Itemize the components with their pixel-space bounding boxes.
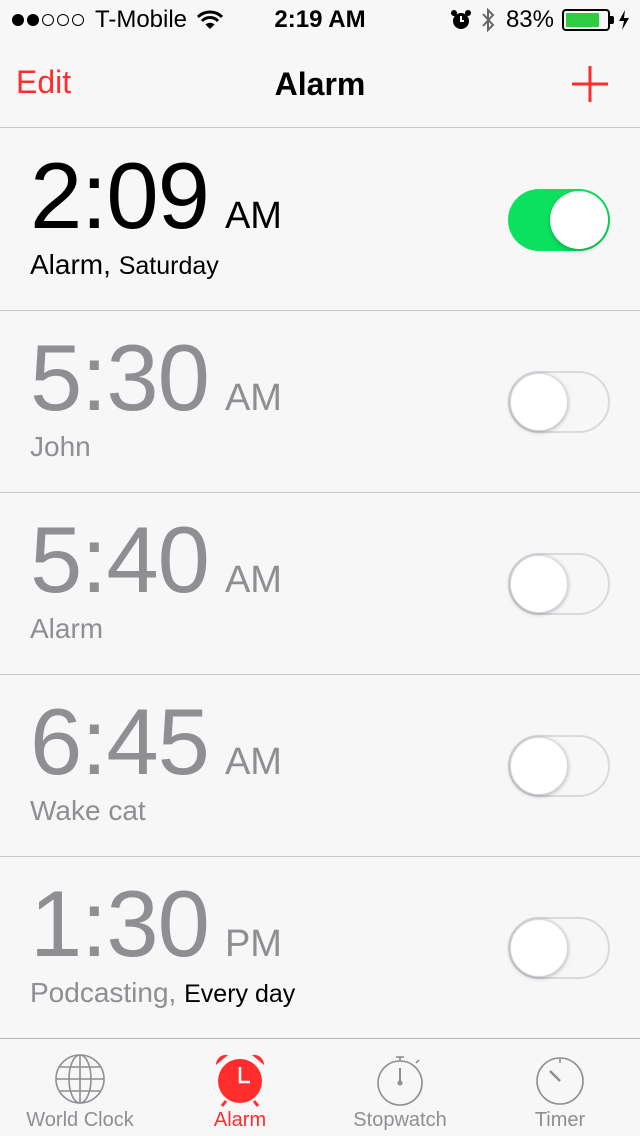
battery-icon [562, 9, 614, 31]
alarm-toggle[interactable] [508, 553, 610, 615]
alarm-clock-icon [215, 1054, 265, 1107]
tab-bar: World Clock Alarm Stopwatch Timer [0, 1038, 640, 1136]
alarm-screen: T-Mobile 2:19 AM 83% Edit Alarm 2:09 AM … [0, 0, 640, 1136]
alarm-toggle[interactable] [508, 735, 610, 797]
alarm-row[interactable]: 1:30 PM Podcasting, Every day [0, 857, 640, 1039]
alarm-row[interactable]: 2:09 AM Alarm, Saturday [0, 129, 640, 311]
alarm-label: Wake cat [30, 795, 146, 826]
plus-icon[interactable] [570, 64, 610, 104]
tab-timer[interactable]: Timer [480, 1039, 640, 1136]
toggle-knob [510, 919, 568, 977]
alarm-label: Alarm, [30, 249, 111, 280]
alarm-row[interactable]: 5:40 AM Alarm [0, 493, 640, 675]
battery-level [566, 13, 600, 27]
tab-label: World Clock [26, 1109, 134, 1131]
alarm-ampm: AM [224, 377, 282, 419]
alarm-time: 1:30 [30, 871, 210, 976]
alarm-time: 5:40 [30, 507, 210, 612]
alarm-time: 5:30 [30, 325, 210, 430]
globe-icon [55, 1054, 105, 1104]
alarm-toggle[interactable] [508, 371, 610, 433]
tab-label: Alarm [213, 1109, 267, 1131]
tab-alarm[interactable]: Alarm [160, 1039, 320, 1136]
page-title: Alarm [274, 66, 366, 102]
alarm-label: Podcasting, [30, 977, 177, 1008]
toggle-knob [510, 555, 568, 613]
battery-percent: 83% [505, 6, 554, 33]
navigation-bar: Edit Alarm [0, 40, 640, 128]
alarm-list: 2:09 AM Alarm, Saturday 5:30 AM John 5:4… [0, 129, 640, 1039]
stopwatch-icon [377, 1056, 423, 1106]
toggle-knob [510, 373, 568, 431]
charging-icon [619, 10, 629, 30]
alarm-row[interactable]: 5:30 AM John [0, 311, 640, 493]
alarm-ampm: PM [224, 923, 282, 965]
tab-label: Timer [534, 1109, 586, 1131]
toggle-knob [510, 737, 568, 795]
status-right: 83% [450, 6, 630, 34]
alarm-ampm: AM [224, 559, 282, 601]
tab-stopwatch[interactable]: Stopwatch [320, 1039, 480, 1136]
alarm-toggle[interactable] [508, 917, 610, 979]
bluetooth-icon [482, 7, 495, 33]
toggle-knob [550, 191, 608, 249]
timer-icon [536, 1057, 584, 1105]
alarm-time: 2:09 [30, 143, 210, 248]
alarm-repeat: Saturday [118, 252, 219, 280]
tab-world-clock[interactable]: World Clock [0, 1039, 160, 1136]
alarm-ampm: AM [224, 741, 282, 783]
alarm-row[interactable]: 6:45 AM Wake cat [0, 675, 640, 857]
alarm-repeat: Every day [184, 980, 296, 1008]
tab-label: Stopwatch [353, 1109, 447, 1131]
alarm-toggle[interactable] [508, 189, 610, 251]
alarm-ampm: AM [224, 195, 282, 237]
alarm-status-icon [450, 10, 471, 29]
status-bar: T-Mobile 2:19 AM 83% [0, 0, 640, 40]
alarm-time: 6:45 [30, 689, 210, 794]
alarm-label: Alarm [30, 613, 104, 644]
alarm-label: John [30, 431, 91, 462]
